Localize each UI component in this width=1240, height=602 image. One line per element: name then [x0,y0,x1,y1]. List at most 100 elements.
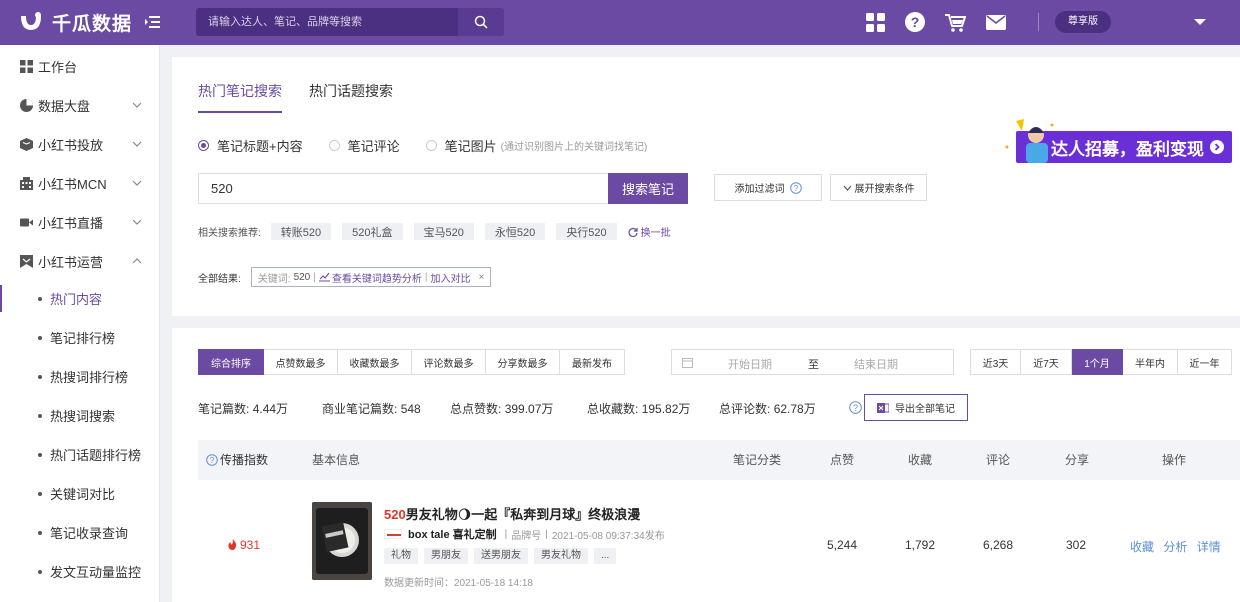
sidebar-sub-note-index-query[interactable]: 笔记收录查询 [0,513,160,552]
related-chip[interactable]: 转账520 [270,223,332,240]
refresh-related-button[interactable]: 换一批 [628,224,671,239]
sidebar-sub-interaction-monitor[interactable]: 发文互动量监控 [0,552,160,591]
sort-tab-comprehensive[interactable]: 综合排序 [198,349,264,375]
sidebar-sub-keyword-compare[interactable]: 关键词对比 [0,474,160,513]
related-chip[interactable]: 永恒520 [484,223,546,240]
export-all-button[interactable]: 导出全部笔记 [864,394,968,421]
sort-tab-comments[interactable]: 评论数最多 [412,349,486,375]
sidebar-item-label: 数据大盘 [38,99,91,114]
date-range-picker[interactable]: 开始日期 至 结束日期 [671,349,954,375]
global-search-button[interactable] [458,8,504,36]
favorites-value: 1,792 [905,538,936,552]
sort-tab-likes[interactable]: 点赞数最多 [264,349,338,375]
date-separator: 至 [808,359,819,371]
svg-text:?: ? [853,403,858,413]
sidebar-item-workbench[interactable]: 工作台 [0,47,160,86]
expand-conditions-button[interactable]: 展开搜索条件 [830,174,927,201]
more-tags[interactable]: ... [594,548,617,564]
trend-analysis-link[interactable]: 查看关键词趋势分析 [332,270,422,285]
sidebar: 工作台 数据大盘 小红书投放 小红书MCN 小红书直播 小红书运营 热门内容 笔… [0,45,160,602]
note-thumbnail[interactable] [312,502,372,580]
sidebar-item-delivery[interactable]: 小红书投放 [0,125,160,164]
sidebar-item-operations[interactable]: 小红书运营 [0,242,160,281]
related-label: 相关搜索推荐: [198,228,261,239]
bullet [38,491,42,496]
keyword-input[interactable] [198,173,608,204]
apps-grid-icon[interactable] [864,11,886,33]
vip-badge[interactable]: 尊享版 [1055,11,1111,33]
sort-tab-latest[interactable]: 最新发布 [560,349,625,375]
global-search-input[interactable] [196,8,458,36]
brand-tag: 品牌号 [511,530,542,542]
sidebar-sub-label: 笔记收录查询 [50,526,129,541]
note-title[interactable]: 520男友礼物🌖一起『私奔到月球』终极浪漫 [384,504,640,523]
col-shares[interactable]: 分享 [1065,440,1089,480]
search-notes-button[interactable]: 搜索笔记 [608,173,688,204]
sidebar-sub-hot-content[interactable]: 热门内容 [0,279,160,318]
result-label: 全部结果: [198,273,241,285]
related-chip[interactable]: 520礼盒 [342,223,403,240]
sidebar-sub-hot-words-ranking[interactable]: 热搜词排行榜 [0,357,160,396]
mail-icon[interactable] [985,11,1007,33]
col-basic-info: 基本信息 [312,453,361,467]
add-filter-word-button[interactable]: 添加过滤词 ? [714,174,822,201]
related-chip[interactable]: 宝马520 [413,223,474,240]
stat-total-favorites: 总收藏数: 195.82万 [587,402,691,416]
analyze-action[interactable]: 分析 [1163,540,1187,554]
range-tab-3d[interactable]: 近3天 [970,349,1021,375]
promo-banner[interactable]: 达人招募，盈利变现 [1002,117,1234,163]
table-row[interactable]: 931 520男友礼物🌖一起『私奔到月球』终极浪漫 box tale 喜礼定制 … [198,480,1240,602]
sidebar-item-live[interactable]: 小红书直播 [0,203,160,242]
sort-tab-shares[interactable]: 分享数最多 [486,349,560,375]
date-end-input[interactable]: 结束日期 [854,356,898,372]
range-tab-7d[interactable]: 近7天 [1021,349,1072,375]
tab-hot-topic-search[interactable]: 热门话题搜索 [309,81,393,113]
chevron-down-icon[interactable] [1194,17,1206,27]
range-tab-1y[interactable]: 近一年 [1178,349,1232,375]
sort-tab-favorites[interactable]: 收藏数最多 [338,349,412,375]
sidebar-item-mcn[interactable]: 小红书MCN [0,164,160,203]
note-meta: box tale 喜礼定制 | 品牌号 | 2021-05-08 09:37:3… [384,526,665,542]
cart-icon[interactable] [944,11,966,33]
col-likes[interactable]: 点赞 [830,440,854,480]
favorite-action[interactable]: 收藏 [1130,540,1154,554]
radio-circle [198,139,209,151]
radio-label: 笔记图片 [444,138,497,154]
sidebar-sub-label: 关键词对比 [50,487,116,502]
radio-title-content[interactable]: 笔记标题+内容 [198,136,303,155]
row-actions: 收藏 分析 详情 [1130,538,1227,555]
range-tab-1m[interactable]: 1个月 [1072,349,1123,375]
sidebar-item-dashboard[interactable]: 数据大盘 [0,86,160,125]
tab-hot-note-search[interactable]: 热门笔记搜索 [198,81,282,113]
logo[interactable]: 千瓜数据 [18,10,132,35]
col-comments[interactable]: 评论 [986,440,1010,480]
related-chip[interactable]: 央行520 [556,223,617,240]
brand-name[interactable]: box tale 喜礼定制 [408,526,497,542]
bullet [38,530,42,535]
remove-keyword-button[interactable]: × [478,272,484,283]
add-compare-link[interactable]: 加入对比 [430,270,470,285]
refresh-icon [628,227,638,237]
help-icon[interactable]: ? [849,401,862,414]
menu-toggle-icon[interactable] [144,13,162,31]
col-favorites[interactable]: 收藏 [908,440,932,480]
radio-images[interactable]: 笔记图片 (通过识别图片上的关键词找笔记) [425,136,647,155]
radio-comments[interactable]: 笔记评论 [328,136,400,155]
detail-action[interactable]: 详情 [1197,540,1221,554]
result-kw: 520 [293,271,311,283]
separator: | [504,528,508,540]
sidebar-sub-note-ranking[interactable]: 笔记排行榜 [0,318,160,357]
help-icon[interactable]: ? [904,11,926,33]
range-tab-6m[interactable]: 半年内 [1123,349,1178,375]
chevron-down-icon [843,185,851,191]
likes-value: 5,244 [827,538,858,552]
mascot-illustration [1005,119,1054,163]
bullet [38,374,42,379]
arrow-circle-icon [1210,140,1224,154]
col-spread-index[interactable]: ? 传播指数 [206,440,268,480]
sidebar-sub-hot-words-search[interactable]: 热搜词搜索 [0,396,160,435]
sidebar-sub-label: 热搜词搜索 [50,409,116,424]
sidebar-sub-topic-ranking[interactable]: 热门话题排行榜 [0,435,160,474]
cube-icon [20,138,33,151]
date-start-input[interactable]: 开始日期 [728,356,772,372]
